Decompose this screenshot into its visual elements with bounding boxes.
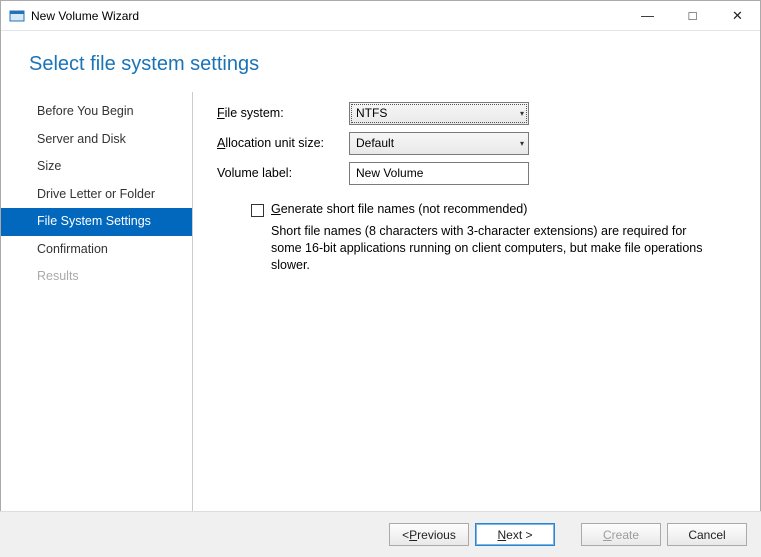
label-volume-label: Volume label:	[217, 166, 349, 180]
desc-short-names: Short file names (8 characters with 3-ch…	[271, 223, 720, 274]
next-button[interactable]: Next >	[475, 523, 555, 546]
step-results: Results	[1, 263, 192, 291]
row-file-system: File system: NTFS ▾	[217, 98, 730, 128]
page-title: Select file system settings	[29, 53, 760, 76]
checkbox-short-names[interactable]	[251, 204, 264, 217]
dropdown-file-system-value: NTFS	[356, 106, 387, 120]
input-volume-label-value: New Volume	[356, 166, 423, 180]
form-area: File system: NTFS ▾ Allocation unit size…	[193, 92, 760, 522]
app-icon	[9, 8, 25, 24]
step-server-and-disk[interactable]: Server and Disk	[1, 126, 192, 154]
sidebar: Before You Begin Server and Disk Size Dr…	[1, 92, 193, 522]
step-before-you-begin[interactable]: Before You Begin	[1, 98, 192, 126]
step-file-system-settings[interactable]: File System Settings	[1, 208, 192, 236]
label-short-names: Generate short file names (not recommend…	[271, 202, 527, 216]
label-file-system: File system:	[217, 106, 349, 120]
create-button: Create	[581, 523, 661, 546]
dropdown-file-system[interactable]: NTFS ▾	[349, 102, 529, 125]
chevron-down-icon: ▾	[520, 109, 524, 118]
window-controls: — □ ✕	[625, 1, 760, 30]
footer: < Previous Next > Create Cancel	[0, 511, 761, 557]
row-short-names: Generate short file names (not recommend…	[251, 202, 730, 217]
minimize-button[interactable]: —	[625, 1, 670, 30]
dropdown-allocation-value: Default	[356, 136, 394, 150]
step-confirmation[interactable]: Confirmation	[1, 236, 192, 264]
input-volume-label[interactable]: New Volume	[349, 162, 529, 185]
label-allocation: Allocation unit size:	[217, 136, 349, 150]
wizard-body: Before You Begin Server and Disk Size Dr…	[1, 84, 760, 522]
cancel-button[interactable]: Cancel	[667, 523, 747, 546]
previous-button[interactable]: < Previous	[389, 523, 469, 546]
row-allocation: Allocation unit size: Default ▾	[217, 128, 730, 158]
page-header: Select file system settings	[1, 31, 760, 84]
step-size[interactable]: Size	[1, 153, 192, 181]
wizard-steps: Before You Begin Server and Disk Size Dr…	[1, 98, 192, 291]
row-volume-label: Volume label: New Volume	[217, 158, 730, 188]
step-drive-letter[interactable]: Drive Letter or Folder	[1, 181, 192, 209]
dropdown-allocation[interactable]: Default ▾	[349, 132, 529, 155]
maximize-button[interactable]: □	[670, 1, 715, 30]
chevron-down-icon: ▾	[520, 139, 524, 148]
titlebar: New Volume Wizard — □ ✕	[1, 1, 760, 31]
close-button[interactable]: ✕	[715, 1, 760, 30]
window-title: New Volume Wizard	[31, 9, 625, 23]
